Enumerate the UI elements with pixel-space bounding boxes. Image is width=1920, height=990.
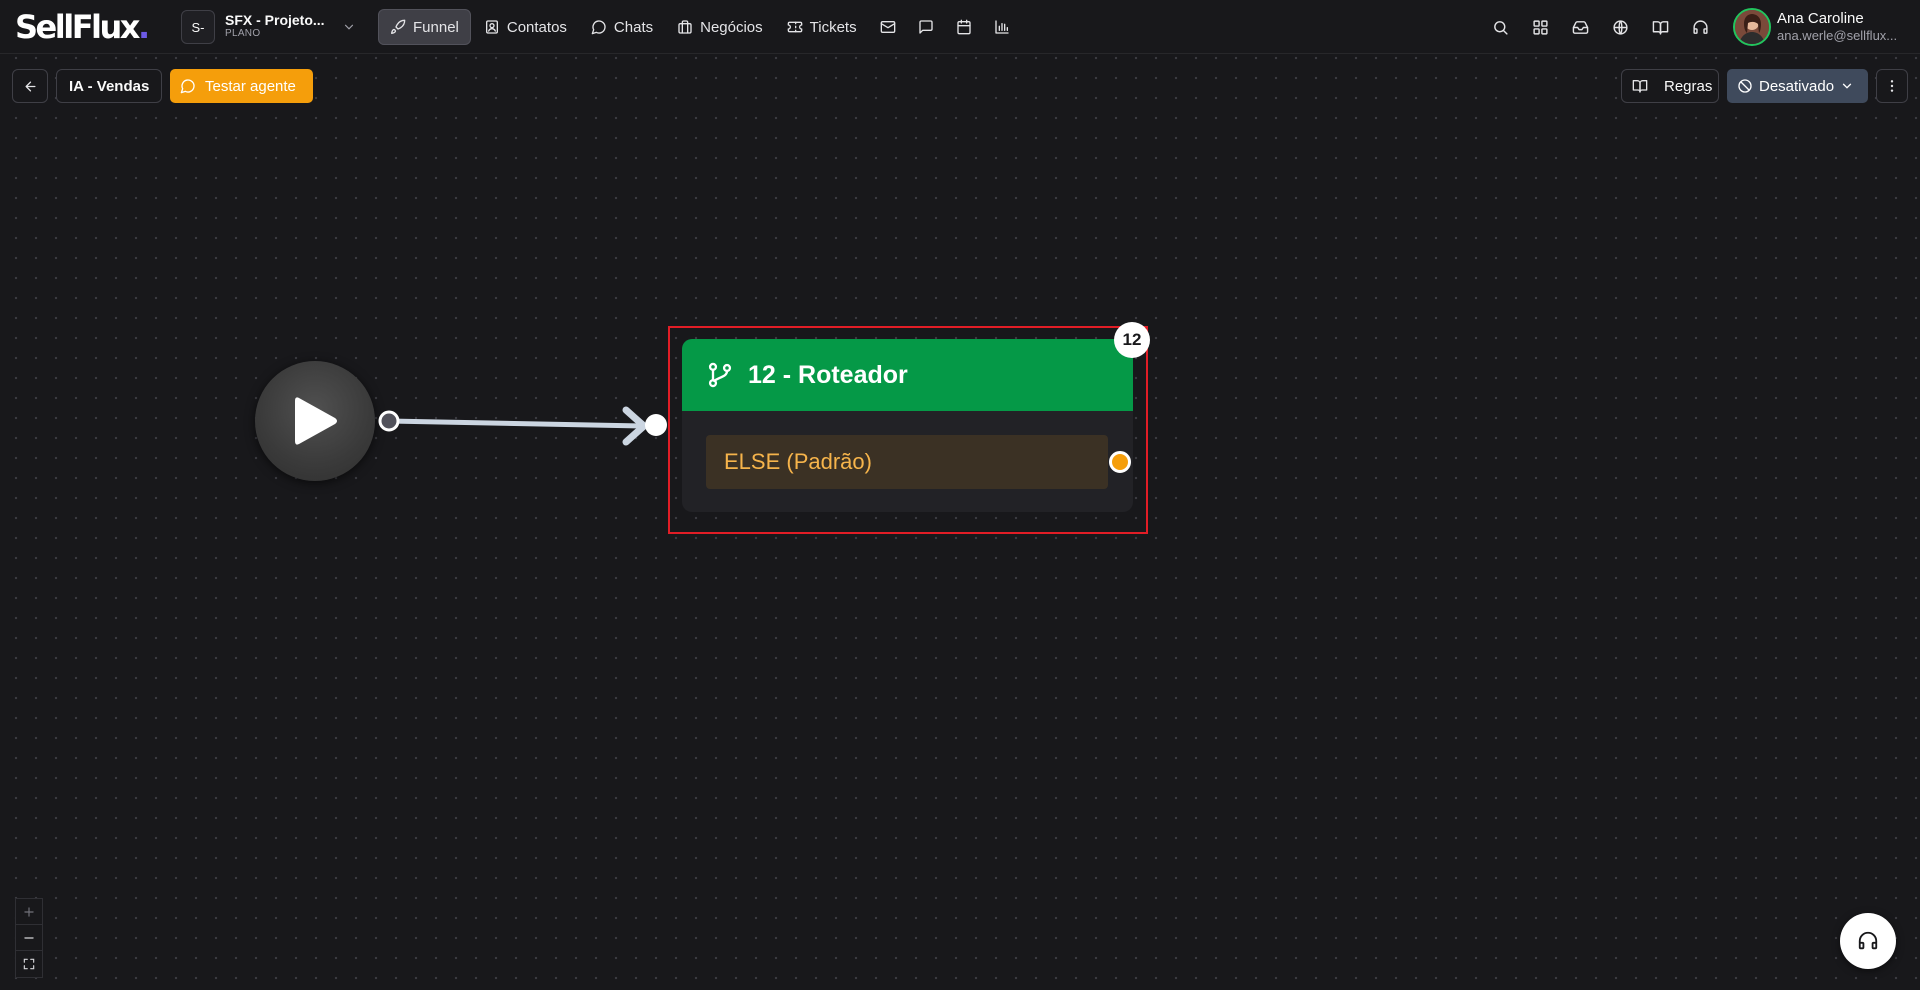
fullscreen-icon: [22, 957, 36, 971]
router-node[interactable]: 12 - Roteador ELSE (Padrão): [682, 339, 1133, 512]
fit-view-button[interactable]: [16, 951, 42, 977]
plus-icon: [22, 905, 36, 919]
node-count-badge: 12: [1114, 322, 1150, 358]
router-node-title: 12 - Roteador: [748, 360, 908, 389]
start-node-handle[interactable]: [378, 410, 400, 432]
zoom-in-button[interactable]: [16, 899, 42, 925]
zoom-out-button[interactable]: [16, 925, 42, 951]
else-output-handle[interactable]: [1109, 451, 1131, 473]
minus-icon: [22, 931, 36, 945]
router-else-branch[interactable]: ELSE (Padrão): [706, 435, 1108, 489]
zoom-controls: [15, 898, 43, 978]
router-node-header: 12 - Roteador: [682, 339, 1133, 411]
router-input-handle[interactable]: [645, 414, 667, 436]
support-chat-button[interactable]: [1840, 913, 1896, 969]
headset-icon: [1857, 930, 1879, 952]
git-branch-icon: [706, 361, 734, 389]
